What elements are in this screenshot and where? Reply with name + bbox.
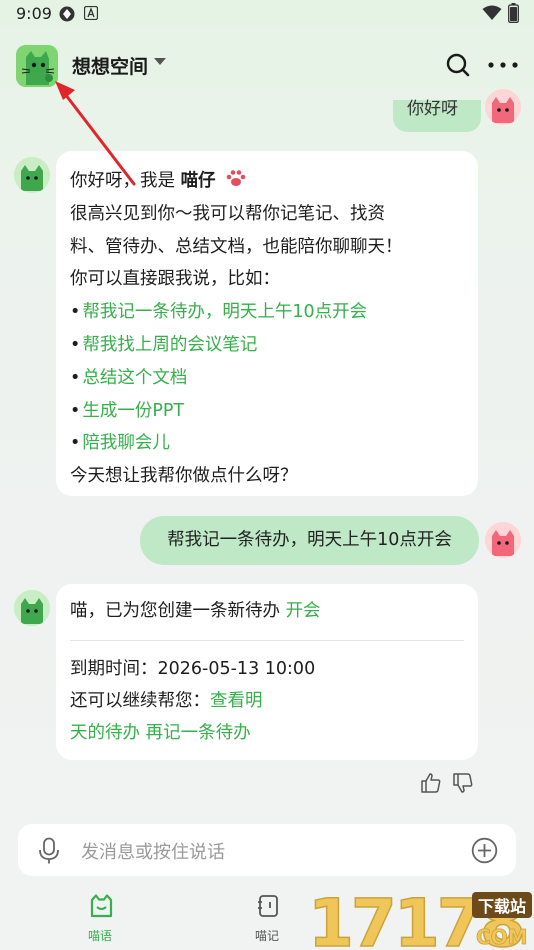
todo-link[interactable]: 开会 [286,601,321,621]
red-cat-avatar-icon [485,89,521,125]
annotation-arrow [55,81,136,186]
due-value: 2026-05-13 10:00 [157,659,316,679]
svg-text:COM: COM [476,925,528,949]
add-icon[interactable] [471,837,498,864]
view-tomorrow-todos-link[interactable]: 天的待办 [70,723,140,743]
svg-text:下载站: 下载站 [478,897,526,916]
sync-icon [59,6,75,22]
suggestion-item[interactable]: • 帮我记一条待办，明天上午10点开会 [70,296,464,329]
user-message-text: 你好呀 [407,99,458,119]
cat-avatar-icon [14,590,50,626]
user-avatar[interactable] [485,89,521,125]
actions-line: 天的待办 再记一条待办 [70,717,464,749]
reply-line: 喵，已为您创建一条新待办 开会 [70,598,464,624]
bot-avatar[interactable] [14,590,50,626]
watermark-logo: 17178 下载站 COM [307,884,532,950]
watermark: 17178 下载站 COM [306,884,534,950]
intro-line-4: 你可以直接跟我说，比如： [70,269,280,290]
message-input-placeholder[interactable]: 发消息或按住说话 [81,838,225,864]
status-time: 9:09 [16,4,52,23]
red-cat-avatar-icon [485,522,521,558]
suggestion-link[interactable]: 生成一份PPT [82,401,184,421]
bot-name: 喵仔 [180,171,216,191]
user-message-bubble: 帮我记一条待办，明天上午10点开会 [140,516,479,565]
suggestion-item[interactable]: • 帮我找上周的会议笔记 [70,329,464,362]
wifi-icon [482,5,502,20]
suggestion-item[interactable]: • 陪我聊会儿 [70,427,464,460]
microphone-icon[interactable] [38,837,60,865]
nav-item-notes-label[interactable]: 喵记 [255,927,279,944]
continue-label: 还可以继续帮您： [70,691,210,711]
suggestion-link[interactable]: 帮我找上周的会议笔记 [82,335,257,355]
notebook-icon[interactable] [256,894,280,918]
bot-intro-bubble: 你好呀，我是 喵仔 很高兴见到你～我可以帮你记笔记、找资 料、管待办、总结文档，… [56,151,478,496]
view-tomorrow-todos-link[interactable]: 查看明 [210,691,263,711]
battery-icon [508,3,519,23]
continue-line: 还可以继续帮您：查看明 [70,685,464,717]
thumbs-up-icon[interactable] [420,772,442,794]
nav-item-chat-label[interactable]: 喵语 [88,927,112,944]
bot-reply-bubble: 喵，已为您创建一条新待办 开会 到期时间：2026-05-13 10:00 还可… [56,584,478,760]
paw-icon [226,170,246,186]
reply-text: 喵，已为您创建一条新待办 [70,601,286,621]
thumbs-down-icon[interactable] [452,772,474,794]
space-title[interactable]: 想想空间 [72,52,148,79]
reply-divider [70,640,464,641]
intro-closing: 今天想让我帮你做点什么呀？ [70,466,298,487]
suggestion-link[interactable]: 帮我记一条待办，明天上午10点开会 [82,302,367,322]
suggestion-item[interactable]: • 总结这个文档 [70,362,464,395]
status-bar: 9:09 [0,0,534,28]
suggestion-link[interactable]: 总结这个文档 [82,368,187,388]
more-icon[interactable] [486,51,520,79]
suggestion-link[interactable]: 陪我聊会儿 [82,433,170,453]
cat-chat-icon[interactable] [89,894,114,918]
search-icon[interactable] [444,51,472,79]
app-notification-icon [84,6,98,20]
user-message-text: 帮我记一条待办，明天上午10点开会 [167,530,452,550]
due-line: 到期时间：2026-05-13 10:00 [70,653,464,685]
due-label: 到期时间： [70,659,158,679]
new-todo-link[interactable]: 再记一条待办 [146,723,251,743]
intro-line-2: 很高兴见到你～我可以帮你记笔记、找资 [70,203,385,224]
chevron-down-icon[interactable] [154,58,166,66]
intro-line-3: 料、管待办、总结文档，也能陪你聊聊天！ [70,236,403,257]
cat-avatar-icon [14,157,50,193]
bot-avatar[interactable] [14,157,50,193]
user-message-bubble: 你好呀 [393,100,481,132]
suggestion-item[interactable]: • 生成一份PPT [70,395,464,428]
user-avatar[interactable] [485,522,521,558]
